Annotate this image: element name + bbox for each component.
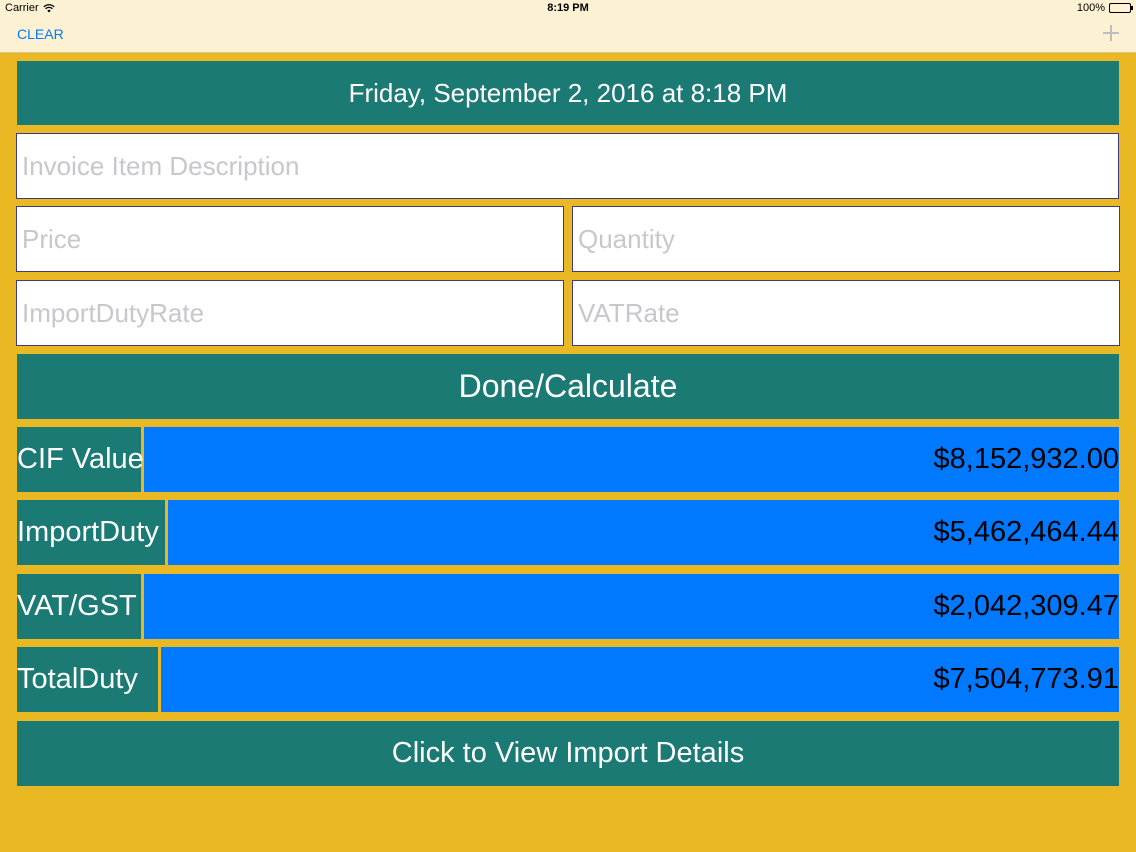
status-right: 100% [1076, 2, 1133, 14]
invoice-description-input[interactable] [16, 133, 1119, 199]
cif-value-label: CIF Value [17, 427, 144, 492]
clear-button[interactable]: CLEAR [17, 26, 64, 42]
price-input[interactable] [16, 206, 564, 272]
import-duty-amount: $5,462,464.44 [168, 500, 1119, 565]
calculate-button[interactable]: Done/Calculate [17, 354, 1119, 419]
quantity-input[interactable] [572, 206, 1120, 272]
vat-rate-input[interactable] [572, 280, 1120, 346]
date-banner: Friday, September 2, 2016 at 8:18 PM [17, 61, 1119, 125]
total-duty-amount: $7,504,773.91 [161, 647, 1119, 712]
vat-gst-label: VAT/GST [17, 574, 141, 639]
view-import-details-button[interactable]: Click to View Import Details [17, 721, 1119, 786]
result-row-cif-value: CIF Value $8,152,932.00 [17, 427, 1119, 492]
battery-icon [1109, 3, 1133, 13]
status-time: 8:19 PM [547, 2, 589, 14]
vat-gst-amount: $2,042,309.47 [144, 574, 1119, 639]
status-bar: Carrier 8:19 PM 100% [0, 0, 1136, 18]
result-row-vat-gst: VAT/GST $2,042,309.47 [17, 574, 1119, 639]
navigation-bar: CLEAR [0, 18, 1136, 53]
import-duty-label: ImportDuty [17, 500, 165, 565]
total-duty-label: TotalDuty [17, 647, 158, 712]
result-row-import-duty: ImportDuty $5,462,464.44 [17, 500, 1119, 565]
result-row-total-duty: TotalDuty $7,504,773.91 [17, 647, 1119, 712]
cif-value-amount: $8,152,932.00 [144, 427, 1119, 492]
plus-icon[interactable] [1102, 24, 1120, 42]
import-duty-rate-input[interactable] [16, 280, 564, 346]
battery-percent: 100% [1076, 2, 1105, 14]
